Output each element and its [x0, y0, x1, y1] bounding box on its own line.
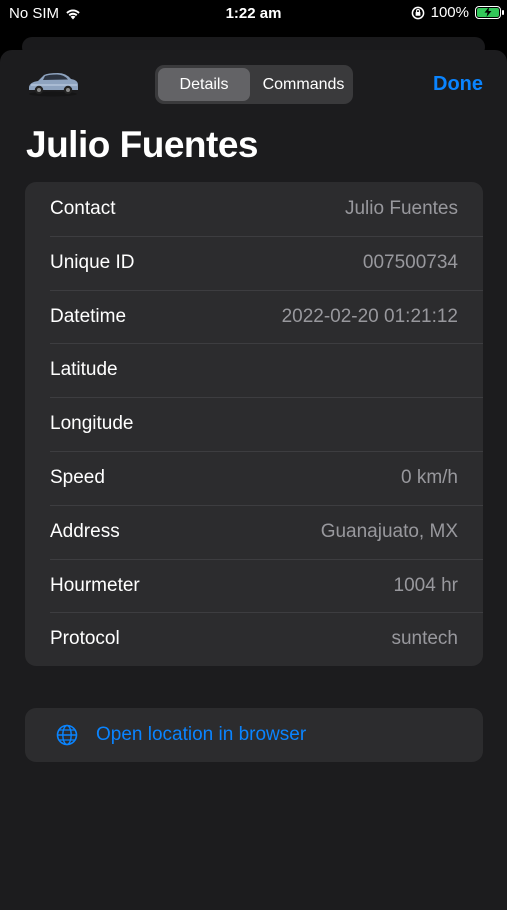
- detail-row-unique-id: Unique ID 007500734: [25, 235, 483, 290]
- battery-charging-icon: [475, 6, 504, 19]
- car-icon: [29, 73, 78, 97]
- row-label: Datetime: [50, 305, 127, 327]
- detail-row-speed: Speed 0 km/h: [25, 450, 483, 505]
- row-label: Latitude: [50, 359, 118, 381]
- row-value: 0 km/h: [400, 466, 458, 488]
- row-value: 007500734: [362, 251, 458, 273]
- row-label: Address: [50, 520, 120, 542]
- detail-row-address: Address Guanajuato, MX: [25, 504, 483, 559]
- tab-details[interactable]: Details: [158, 68, 250, 101]
- status-bar: No SIM 1:22 am 100%: [0, 0, 507, 30]
- row-value: Guanajuato, MX: [320, 520, 458, 542]
- detail-row-contact: Contact Julio Fuentes: [25, 182, 483, 236]
- row-value: suntech: [391, 628, 458, 650]
- row-label: Hourmeter: [50, 574, 140, 596]
- globe-icon: [56, 724, 78, 746]
- open-in-browser-label: Open location in browser: [96, 724, 307, 745]
- page-title: Julio Fuentes: [26, 124, 258, 165]
- done-button[interactable]: Done: [433, 73, 483, 96]
- charging-bolt-icon: [484, 7, 492, 17]
- tab-commands[interactable]: Commands: [255, 68, 352, 101]
- detail-row-protocol: Protocol suntech: [25, 612, 483, 666]
- row-label: Longitude: [50, 413, 134, 435]
- orientation-lock-icon: [411, 6, 424, 19]
- details-card: Contact Julio Fuentes Unique ID 00750073…: [25, 182, 483, 667]
- segmented-control: Details Commands: [155, 65, 353, 104]
- detail-row-longitude: Longitude: [25, 397, 483, 451]
- row-value: 2022-02-20 01:21:12: [281, 305, 458, 327]
- status-right: 100%: [411, 4, 504, 21]
- row-value: 1004 hr: [393, 574, 458, 596]
- battery-percent: 100%: [430, 4, 469, 21]
- row-value: Julio Fuentes: [344, 198, 458, 219]
- row-label: Speed: [50, 466, 105, 488]
- open-in-browser-button[interactable]: Open location in browser: [25, 708, 483, 762]
- row-label: Contact: [50, 198, 116, 219]
- detail-row-hourmeter: Hourmeter 1004 hr: [25, 558, 483, 613]
- detail-row-datetime: Datetime 2022-02-20 01:21:12: [25, 289, 483, 344]
- detail-row-latitude: Latitude: [25, 343, 483, 397]
- row-label: Protocol: [50, 628, 120, 650]
- details-sheet: Details Commands Done Julio Fuentes Cont…: [0, 50, 507, 910]
- row-label: Unique ID: [50, 251, 135, 273]
